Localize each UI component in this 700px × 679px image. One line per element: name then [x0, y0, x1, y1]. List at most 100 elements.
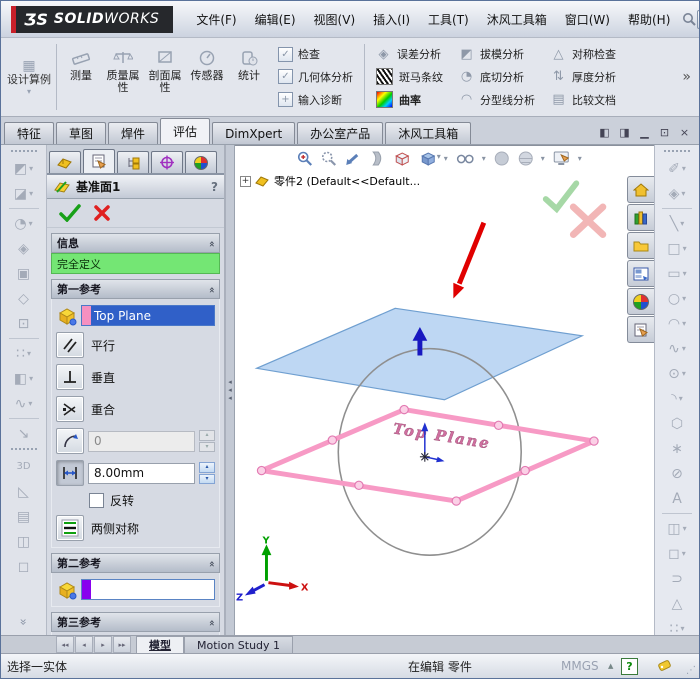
collapse-left-icon[interactable]: ◧: [597, 126, 612, 139]
ellipse-button[interactable]: ⊙▾: [657, 361, 697, 386]
tab-scroll-last-button[interactable]: ▸▸: [113, 636, 131, 653]
intersect-button[interactable]: ◫: [4, 529, 44, 554]
coincident-button[interactable]: [56, 396, 84, 422]
rectangle-button[interactable]: □▾: [657, 236, 697, 261]
display-style-icon[interactable]: [418, 149, 437, 167]
panel-splitter[interactable]: ◂ ◂ ◂: [225, 145, 235, 635]
mirror-entities-button[interactable]: ◫▾: [657, 516, 697, 541]
curve-button[interactable]: ∿▾: [4, 391, 44, 416]
distance-spin-down[interactable]: ▾: [199, 474, 215, 485]
first-reference-header[interactable]: 第一参考 «: [51, 279, 220, 299]
spline-button[interactable]: ∿▾: [657, 336, 697, 361]
third-reference-header[interactable]: 第三参考 «: [51, 612, 220, 632]
tab-scroll-first-button[interactable]: ◂◂: [56, 636, 74, 653]
toolbar-drag-handle[interactable]: [11, 448, 37, 450]
dropdown-arrow-icon[interactable]: ▾: [541, 154, 545, 163]
search-icon[interactable]: [681, 11, 697, 27]
dropdown-arrow-icon[interactable]: ▾: [578, 154, 582, 163]
design-study-button[interactable]: ▦ 设计算例 ▾: [5, 40, 53, 114]
tab-features[interactable]: 特征: [4, 122, 54, 144]
section-view-icon[interactable]: [368, 149, 385, 167]
info-section-header[interactable]: 信息 «: [51, 233, 220, 253]
undercut-analysis-button[interactable]: ◔底切分析: [459, 69, 535, 85]
doc-minimize-button[interactable]: ▁: [637, 126, 652, 139]
statistics-button[interactable]: 统计: [228, 40, 270, 114]
menu-mufeng-toolbox[interactable]: 沐风工具箱: [478, 7, 556, 32]
convert-entities-button[interactable]: ◻▾: [657, 541, 697, 566]
offset-entities-button[interactable]: ⊃: [657, 566, 697, 591]
toolbar-drag-handle[interactable]: [11, 150, 37, 152]
quick-tips-button[interactable]: ?: [621, 658, 638, 675]
distance-button[interactable]: [56, 460, 84, 486]
dropdown-arrow-icon[interactable]: ▾: [482, 154, 486, 163]
custom-properties-tab[interactable]: [627, 316, 654, 343]
menu-edit[interactable]: 编辑(E): [246, 7, 305, 32]
fillet-button[interactable]: ▣: [4, 261, 44, 286]
angle-spin-down[interactable]: ▾: [199, 442, 215, 453]
polygon-button[interactable]: ⬡: [657, 411, 697, 436]
help-icon[interactable]: ?: [211, 180, 218, 194]
circle-button[interactable]: ○▾: [657, 286, 697, 311]
measure-button[interactable]: 测量: [60, 40, 102, 114]
sketch-evaluate-button[interactable]: ◺: [4, 479, 44, 504]
propertymanager-tab[interactable]: [83, 149, 115, 173]
menu-file[interactable]: 文件(F): [187, 7, 245, 32]
thickness-analysis-button[interactable]: ⇅厚度分析: [551, 69, 616, 85]
dropdown-arrow-icon[interactable]: ▾: [437, 152, 441, 161]
check-tool[interactable]: ✓ 检查: [278, 46, 353, 62]
import-diagnostics-tool[interactable]: + 输入诊断: [278, 92, 353, 108]
menu-tools[interactable]: 工具(T): [419, 7, 478, 32]
selected-top-plane[interactable]: [262, 410, 594, 501]
view-settings-icon[interactable]: [552, 149, 571, 167]
units-selector[interactable]: MMGS: [561, 659, 599, 673]
first-reference-selection-box[interactable]: Top Plane: [81, 305, 215, 326]
dimxpertmanager-tab[interactable]: [151, 151, 183, 173]
tab-mufeng-toolbox[interactable]: 沐风工具箱: [385, 122, 471, 144]
second-reference-header[interactable]: 第二参考 «: [51, 553, 220, 573]
collapse-right-icon[interactable]: ◨: [617, 126, 632, 139]
shell-button[interactable]: ◻: [4, 554, 44, 579]
tab-evaluate[interactable]: 评估: [160, 118, 210, 144]
resize-grip[interactable]: ⋰: [686, 665, 696, 676]
tab-weldments[interactable]: 焊件: [108, 122, 158, 144]
second-reference-selection-box[interactable]: [81, 579, 215, 600]
hole-wizard-button[interactable]: ⊡: [4, 311, 44, 336]
doc-close-button[interactable]: ×: [677, 126, 692, 139]
angle-button[interactable]: [56, 428, 84, 454]
units-dropdown-icon[interactable]: ▲: [608, 662, 613, 670]
mid-plane-button[interactable]: [56, 515, 84, 541]
point-button[interactable]: ∗: [657, 436, 697, 461]
3d-sketch-button[interactable]: 3D: [4, 454, 44, 479]
feature-tree-root[interactable]: + 零件2 (Default<<Default...: [240, 173, 420, 189]
loft-button[interactable]: ◈: [4, 236, 44, 261]
menu-window[interactable]: 窗口(W): [556, 7, 619, 32]
model-tab[interactable]: 模型: [136, 636, 184, 653]
arc-button[interactable]: ◠▾: [657, 311, 697, 336]
smart-dimension-button[interactable]: ◈▾: [657, 181, 697, 206]
perpendicular-button[interactable]: [56, 364, 84, 390]
tree-expand-icon[interactable]: +: [240, 176, 251, 187]
angle-spin-up[interactable]: ▴: [199, 430, 215, 441]
tab-dimxpert[interactable]: DimXpert: [212, 122, 295, 144]
tab-office-products[interactable]: 办公室产品: [297, 122, 383, 144]
tag-icon[interactable]: [656, 658, 673, 676]
trim-entities-button[interactable]: ⊘: [657, 461, 697, 486]
extrude-cut-button[interactable]: ◪▾: [4, 181, 44, 206]
file-explorer-tab[interactable]: [627, 232, 654, 259]
cancel-button[interactable]: [93, 204, 111, 222]
flip-checkbox[interactable]: [89, 493, 104, 508]
view-palette-tab[interactable]: [627, 260, 654, 287]
slot-button[interactable]: ▭▾: [657, 261, 697, 286]
wrap-button[interactable]: ▤: [4, 504, 44, 529]
revolve-button[interactable]: ◔▾: [4, 211, 44, 236]
featuremanager-tree-tab[interactable]: [49, 151, 81, 173]
design-library-tab[interactable]: [627, 204, 654, 231]
menu-view[interactable]: 视图(V): [305, 7, 365, 32]
previous-view-icon[interactable]: [344, 149, 361, 167]
draft-analysis-button[interactable]: ◩拔模分析: [459, 46, 535, 62]
reference-geometry-button[interactable]: ↘: [4, 421, 44, 446]
confirm-cancel-button[interactable]: [573, 207, 603, 235]
doc-restore-button[interactable]: ⊡: [657, 126, 672, 139]
parting-line-analysis-button[interactable]: ◠分型线分析: [459, 92, 535, 108]
draft-button[interactable]: ◧▾: [4, 366, 44, 391]
